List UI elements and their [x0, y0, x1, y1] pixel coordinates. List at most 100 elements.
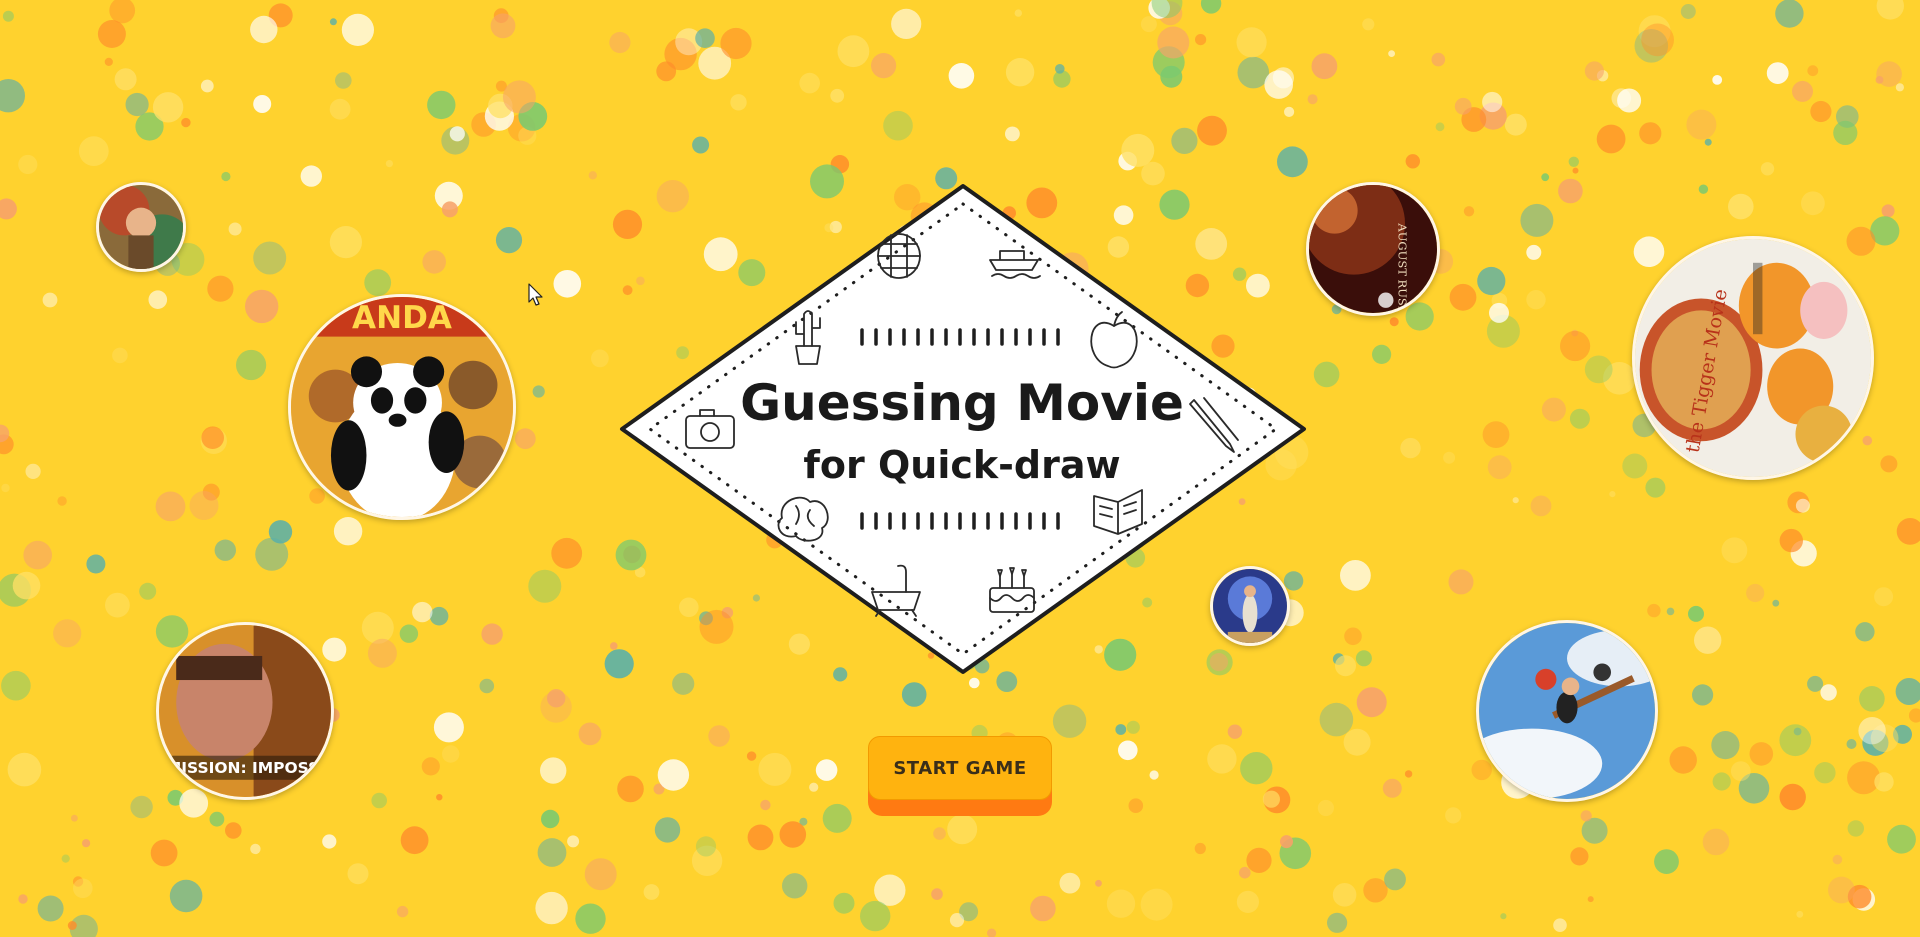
confetti-dot	[300, 165, 322, 187]
confetti-dot	[883, 110, 913, 141]
confetti-dot	[1454, 97, 1472, 115]
confetti-dot	[1195, 34, 1207, 46]
confetti-dot	[1372, 344, 1392, 364]
confetti-dot	[933, 827, 946, 840]
confetti-dot	[181, 117, 191, 128]
confetti-dot	[528, 569, 562, 603]
confetti-dot	[1584, 355, 1613, 384]
confetti-dot	[1, 670, 31, 701]
confetti-dot	[1149, 770, 1159, 780]
confetti-dot	[1237, 56, 1270, 89]
confetti-dot	[1541, 173, 1550, 182]
confetti-dot	[1570, 847, 1589, 866]
confetti-dot	[746, 751, 757, 761]
confetti-dot	[1558, 178, 1583, 204]
confetti-dot	[874, 874, 906, 906]
start-game-button[interactable]: START GAME	[868, 736, 1052, 800]
confetti-dot	[329, 226, 362, 259]
confetti-dot	[1694, 626, 1722, 654]
poster-mission-impossible[interactable]: MISSION: IMPOSSI	[156, 622, 334, 800]
confetti-dot	[833, 892, 855, 914]
confetti-dot	[553, 270, 582, 298]
confetti-dot	[1712, 772, 1731, 791]
confetti-dot	[0, 79, 25, 113]
confetti-dot	[1526, 290, 1546, 310]
confetti-dot	[1792, 80, 1813, 102]
confetti-dot	[695, 28, 715, 48]
confetti-dot	[1284, 106, 1295, 117]
confetti-dot	[1793, 727, 1802, 736]
confetti-dot	[152, 92, 184, 123]
confetti-dot	[609, 31, 631, 54]
confetti-dot	[442, 745, 460, 763]
confetti-dot	[97, 20, 126, 48]
confetti-dot	[1482, 421, 1510, 448]
confetti-dot	[1833, 120, 1858, 145]
confetti-dot	[385, 160, 393, 168]
confetti-dot	[1530, 495, 1552, 517]
confetti-dot	[1014, 9, 1022, 17]
poster-image: MISSION: IMPOSSI	[159, 625, 331, 797]
confetti-dot	[1846, 739, 1857, 749]
poster-kikis-delivery[interactable]	[1476, 620, 1658, 802]
confetti-dot	[695, 836, 717, 857]
poster-august-rush[interactable]: AUGUST RUSH	[1306, 182, 1440, 316]
poster-tigger-movie[interactable]: the Tigger Movie	[1632, 236, 1874, 480]
confetti-dot	[1779, 528, 1804, 553]
confetti-dot	[1340, 560, 1371, 591]
confetti-dot	[1, 483, 10, 493]
poster-kung-fu-panda[interactable]: ANDA	[288, 294, 516, 520]
confetti-dot	[1688, 605, 1704, 622]
confetti-dot	[540, 691, 572, 723]
poster-small-jungle[interactable]	[96, 182, 186, 272]
confetti-dot	[78, 136, 109, 167]
confetti-dot	[1801, 191, 1825, 216]
confetti-dot	[1645, 477, 1666, 498]
confetti-dot	[502, 80, 536, 114]
confetti-dot	[1712, 75, 1723, 85]
confetti-dot	[758, 752, 792, 786]
confetti-dot	[1005, 57, 1035, 87]
poster-image: ANDA	[291, 297, 513, 517]
confetti-dot	[779, 821, 807, 848]
confetti-dot	[333, 517, 363, 546]
confetti-dot	[1052, 704, 1087, 738]
confetti-dot	[551, 537, 583, 569]
confetti-dot	[1560, 330, 1591, 362]
confetti-dot	[1680, 4, 1696, 19]
confetti-dot	[250, 843, 261, 855]
confetti-dot	[1388, 50, 1395, 57]
confetti-dot	[822, 803, 852, 833]
confetti-dot	[541, 809, 560, 829]
confetti-dot	[657, 759, 690, 791]
confetti-dot	[18, 894, 28, 904]
confetti-dot	[1584, 61, 1604, 81]
confetti-dot	[309, 488, 325, 504]
confetti-dot	[130, 795, 153, 819]
confetti-dot	[335, 72, 352, 89]
confetti-dot	[1810, 100, 1832, 123]
confetti-dot	[37, 895, 64, 922]
confetti-dot	[1728, 193, 1754, 220]
confetti-dot	[1666, 607, 1675, 616]
confetti-dot	[1030, 895, 1056, 922]
confetti-dot	[1874, 772, 1894, 792]
confetti-dot	[23, 540, 52, 570]
poster-image: AUGUST RUSH	[1309, 185, 1437, 313]
confetti-dot	[399, 624, 419, 643]
confetti-dot	[1702, 828, 1730, 856]
confetti-dot	[12, 571, 41, 600]
confetti-dot	[169, 879, 203, 913]
confetti-dot	[0, 198, 17, 220]
confetti-dot	[1874, 587, 1894, 607]
confetti-dot	[1698, 184, 1709, 194]
confetti-dot	[1327, 912, 1348, 933]
confetti-dot	[214, 539, 236, 561]
confetti-dot	[1692, 684, 1714, 706]
confetti-dot	[1171, 127, 1198, 154]
confetti-dot	[429, 606, 449, 626]
confetti-dot	[1264, 70, 1293, 99]
confetti-dot	[1313, 361, 1340, 388]
confetti-dot	[537, 838, 567, 867]
confetti-dot	[155, 491, 186, 522]
